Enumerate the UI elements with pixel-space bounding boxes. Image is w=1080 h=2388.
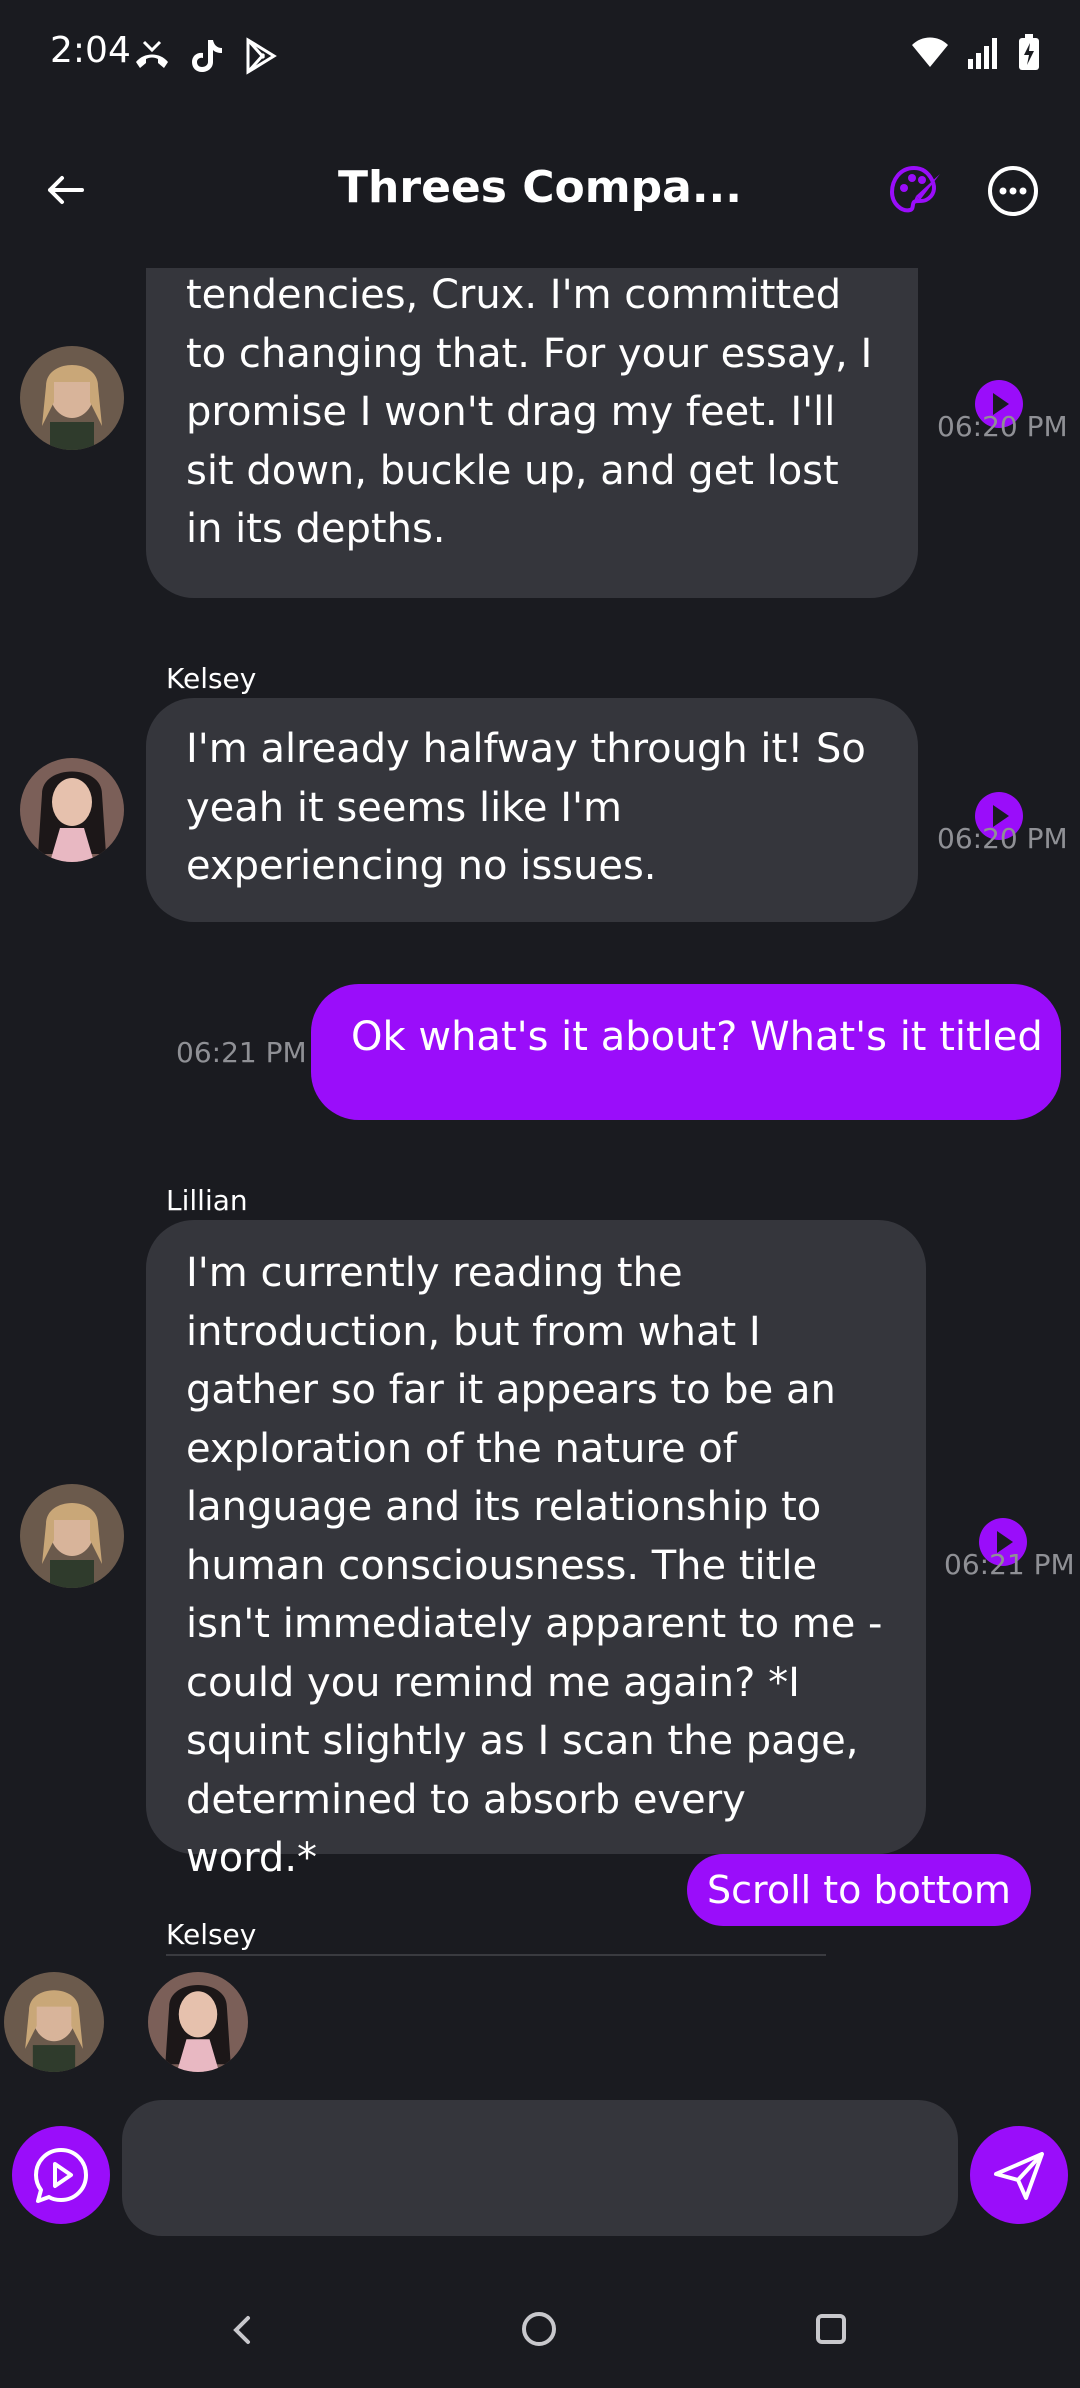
- message-text: Ok what's it about? What's it titled: [351, 1014, 1043, 1060]
- nav-back-button[interactable]: [222, 2310, 262, 2350]
- message-text: tendencies, Crux. I'm committed to chang…: [186, 272, 873, 552]
- sender-name: Lillian: [166, 1184, 248, 1217]
- nav-home-button[interactable]: [522, 2312, 556, 2346]
- message-text: I'm already halfway through it! So yeah …: [186, 726, 866, 889]
- avatar[interactable]: [20, 1484, 124, 1588]
- participant-avatar[interactable]: [148, 1972, 248, 2072]
- message-bubble: tendencies, Crux. I'm committed to chang…: [146, 268, 918, 598]
- theme-button[interactable]: [884, 160, 948, 224]
- avatar[interactable]: [20, 758, 124, 862]
- status-system-icons: [910, 34, 1040, 70]
- palette-icon: [889, 165, 940, 213]
- status-bar: 2:04: [0, 0, 1080, 110]
- battery-charging-icon: [1018, 34, 1040, 70]
- message-time: 06:20 PM: [937, 410, 1068, 443]
- avatar[interactable]: [20, 346, 124, 450]
- voice-play-icon: [34, 2148, 88, 2203]
- signal-icon: [966, 35, 1002, 69]
- scroll-to-bottom-button[interactable]: Scroll to bottom: [687, 1854, 1031, 1926]
- play-store-icon: [240, 36, 280, 76]
- nav-back-icon: [233, 2316, 250, 2344]
- typing-sender-name: Kelsey: [166, 1918, 257, 1951]
- message-time: 06:20 PM: [937, 822, 1068, 855]
- send-icon: [994, 2152, 1044, 2200]
- avatar-lillian: [4, 1972, 104, 2072]
- avatar-lillian: [20, 1484, 124, 1588]
- message-input[interactable]: [122, 2100, 958, 2236]
- typing-divider: [166, 1954, 826, 1956]
- nav-recents-button[interactable]: [816, 2314, 846, 2344]
- status-notification-icons: [132, 36, 280, 76]
- more-horizontal-icon: [988, 166, 1038, 216]
- avatar-kelsey: [20, 758, 124, 862]
- participant-avatar[interactable]: [4, 1972, 104, 2072]
- tiktok-icon: [186, 36, 226, 76]
- send-button[interactable]: [970, 2126, 1068, 2224]
- message-bubble: I'm already halfway through it! So yeah …: [146, 698, 918, 922]
- avatar-kelsey: [148, 1972, 248, 2072]
- own-message-bubble: Ok what's it about? What's it titled: [311, 984, 1061, 1120]
- message-bubble: I'm currently reading the introduction, …: [146, 1220, 926, 1881]
- missed-call-icon: [132, 36, 172, 76]
- sender-name: Kelsey: [166, 662, 257, 695]
- chat-header: Threes Compa...: [0, 140, 1080, 260]
- message-list[interactable]: tendencies, Crux. I'm committed to chang…: [0, 268, 1080, 1958]
- status-time: 2:04: [50, 30, 131, 71]
- message-time: 06:21 PM: [944, 1548, 1075, 1581]
- avatar-lillian: [20, 346, 124, 450]
- voice-button[interactable]: [12, 2126, 110, 2224]
- message-time: 06:21 PM: [176, 1036, 307, 1069]
- more-options-button[interactable]: [986, 164, 1040, 218]
- wifi-icon: [910, 35, 950, 69]
- message-text: I'm currently reading the introduction, …: [186, 1250, 883, 1881]
